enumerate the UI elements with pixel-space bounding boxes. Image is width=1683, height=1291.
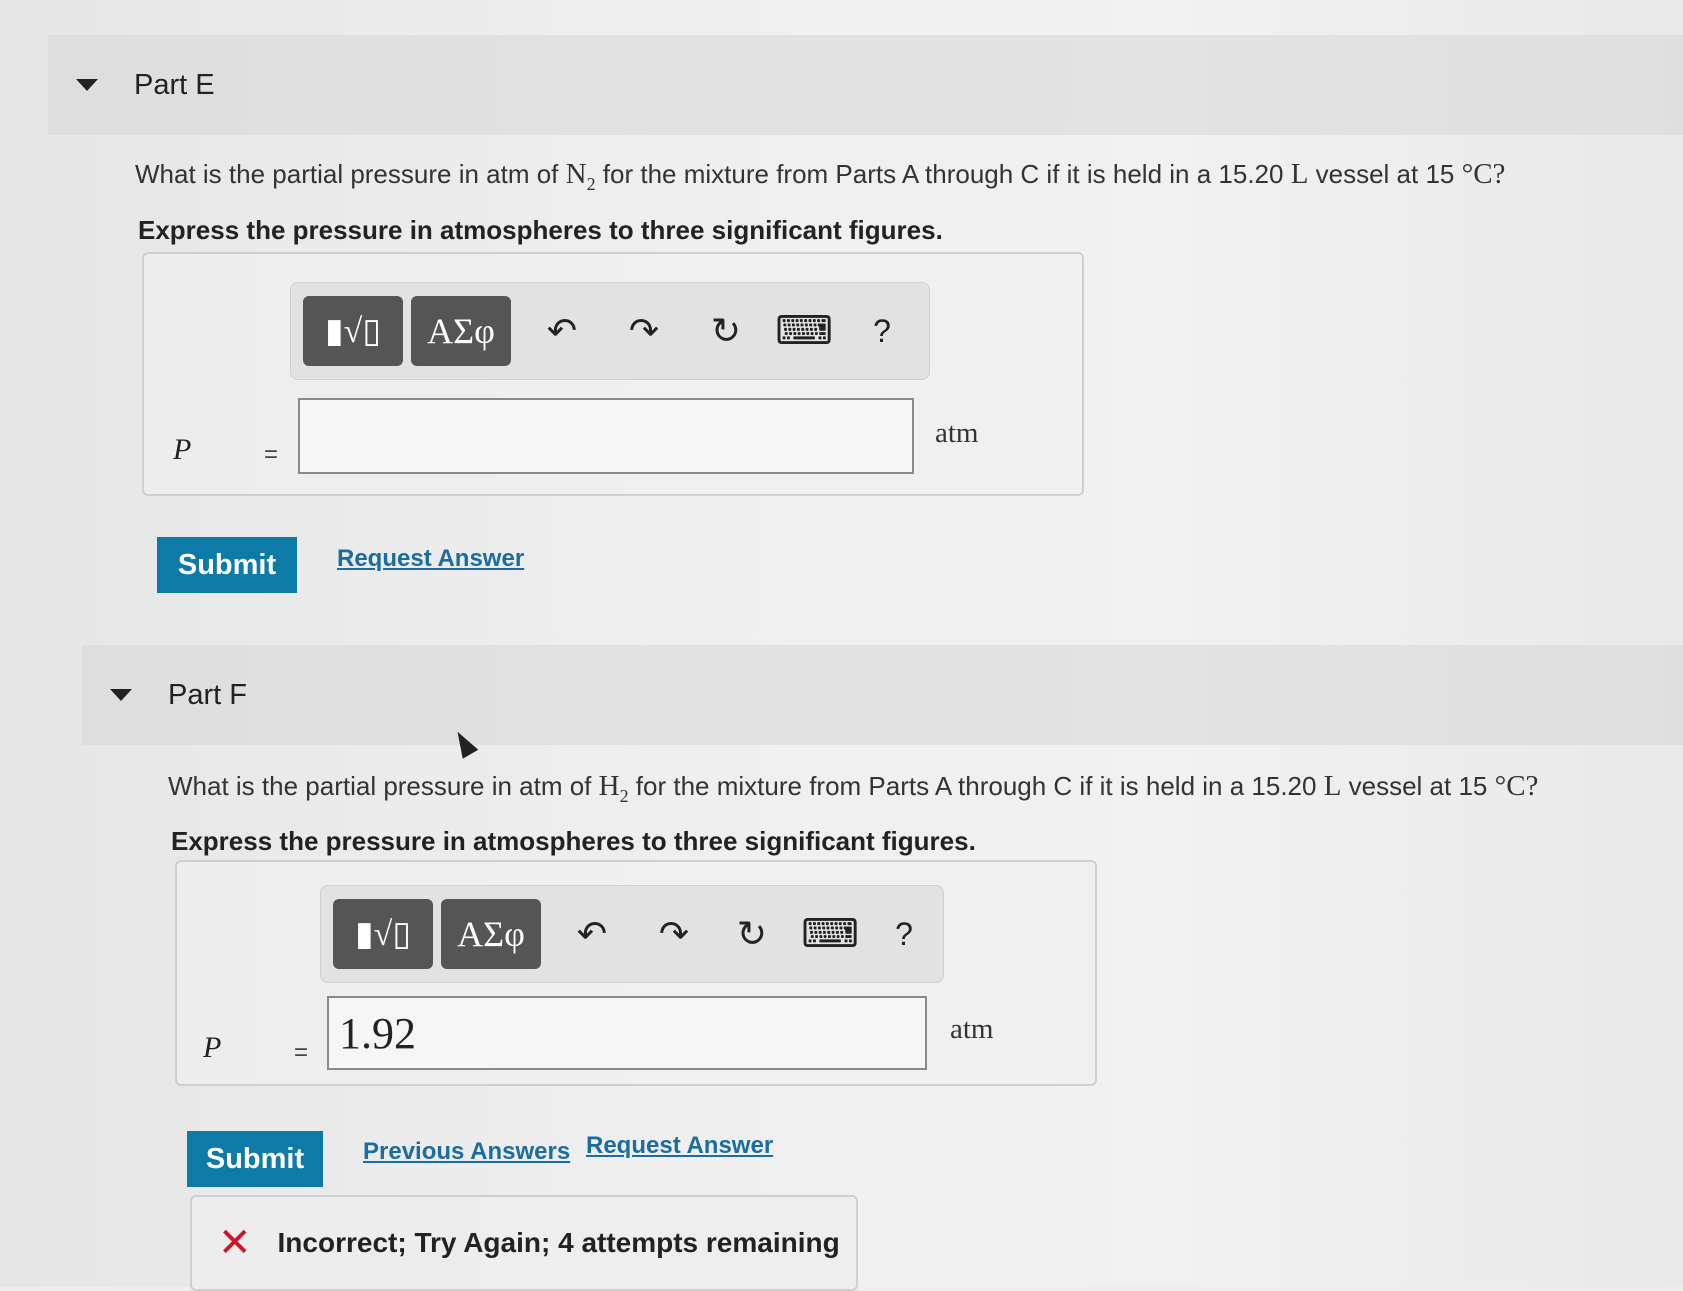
part-e-unit-label: atm: [935, 417, 979, 449]
undo-icon[interactable]: ↶: [527, 296, 597, 366]
collapse-caret-icon[interactable]: [76, 79, 98, 91]
templates-button[interactable]: ▮√▯: [303, 296, 403, 366]
part-f-variable-label: P: [203, 1031, 222, 1064]
part-f-header[interactable]: Part F: [82, 645, 1683, 745]
reset-icon[interactable]: ↻: [691, 296, 761, 366]
part-f-previous-answers-link[interactable]: Previous Answers: [363, 1138, 570, 1166]
part-e-request-answer-link[interactable]: Request Answer: [337, 545, 524, 573]
reset-icon[interactable]: ↻: [717, 899, 787, 969]
help-button[interactable]: ?: [847, 296, 917, 366]
part-e-header[interactable]: Part E: [48, 35, 1683, 135]
part-e-submit-button[interactable]: Submit: [157, 537, 297, 593]
part-f-feedback-text: Incorrect; Try Again; 4 attempts remaini…: [277, 1227, 840, 1258]
redo-icon[interactable]: ↷: [639, 899, 709, 969]
templates-button[interactable]: ▮√▯: [333, 899, 433, 969]
part-f-math-toolbar: ▮√▯ ΑΣφ ↶ ↷ ↻ ⌨ ?: [320, 885, 944, 983]
part-f-request-answer-link[interactable]: Request Answer: [586, 1132, 773, 1160]
part-f-submit-button[interactable]: Submit: [187, 1131, 323, 1187]
part-f-answer-input[interactable]: 1.92: [327, 996, 927, 1070]
part-f-instruction: Express the pressure in atmospheres to t…: [171, 826, 976, 856]
greek-symbols-button[interactable]: ΑΣφ: [411, 296, 511, 366]
part-f-equals-sign: =: [294, 1039, 309, 1066]
keyboard-icon[interactable]: ⌨: [795, 899, 865, 969]
part-e-title: Part E: [134, 68, 215, 101]
keyboard-icon[interactable]: ⌨: [769, 296, 839, 366]
redo-icon[interactable]: ↷: [609, 296, 679, 366]
part-e-question: What is the partial pressure in atm of N…: [135, 158, 1506, 194]
undo-icon[interactable]: ↶: [557, 899, 627, 969]
page: Part E What is the partial pressure in a…: [0, 0, 1683, 1291]
part-e-equals-sign: =: [264, 441, 279, 468]
part-f-unit-label: atm: [950, 1013, 994, 1045]
collapse-caret-icon[interactable]: [110, 689, 132, 701]
part-e-instruction: Express the pressure in atmospheres to t…: [138, 215, 943, 245]
part-e-answer-input[interactable]: [298, 398, 914, 474]
incorrect-x-icon: ✕: [218, 1221, 252, 1265]
greek-symbols-button[interactable]: ΑΣφ: [441, 899, 541, 969]
part-e-variable-label: P: [173, 433, 192, 466]
part-e-math-toolbar: ▮√▯ ΑΣφ ↶ ↷ ↻ ⌨ ?: [290, 282, 930, 380]
help-button[interactable]: ?: [869, 899, 939, 969]
part-f-title: Part F: [168, 678, 247, 711]
part-f-question: What is the partial pressure in atm of H…: [168, 770, 1539, 806]
part-f-feedback-box: ✕ Incorrect; Try Again; 4 attempts remai…: [190, 1195, 858, 1291]
